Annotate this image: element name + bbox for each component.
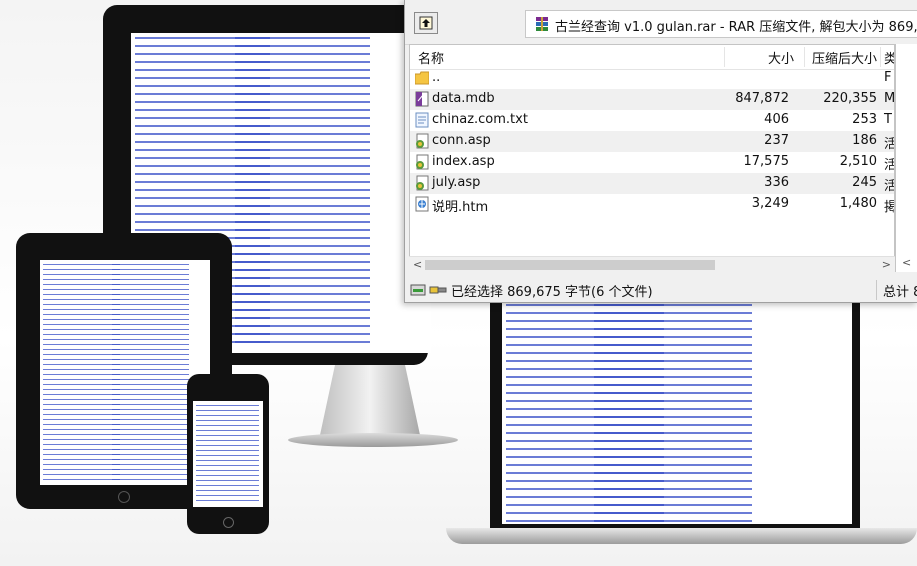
asp-file-icon — [416, 154, 429, 170]
total-status: 总计 8 — [883, 285, 917, 300]
folder-icon — [415, 71, 429, 85]
column-header-size[interactable]: 大小 — [768, 48, 794, 67]
htm-file-icon — [415, 196, 429, 212]
scroll-left-icon[interactable]: < — [413, 258, 422, 271]
right-pane: < — [895, 44, 917, 272]
mdb-file-icon — [415, 91, 429, 107]
phone-mockup — [187, 374, 269, 534]
column-header-type[interactable]: 类 — [884, 48, 894, 67]
file-row[interactable]: data.mdb 847,872 220,355 M — [410, 89, 894, 110]
tablet-screen — [40, 260, 210, 485]
asp-file-icon — [416, 175, 429, 191]
toolbar: 古兰经查询 v1.0 gulan.rar - RAR 压缩文件, 解包大小为 8… — [405, 0, 917, 45]
laptop-base — [446, 528, 917, 544]
file-list[interactable]: 名称 大小 压缩后大小 类 .. F data.mdb 847,872 220,… — [409, 44, 895, 272]
file-list-header: 名称 大小 压缩后大小 类 — [410, 45, 894, 70]
phone-home-button — [223, 517, 234, 528]
file-row[interactable]: conn.asp 237 186 活 — [410, 131, 894, 152]
drive-icons — [410, 284, 447, 296]
laptop-page-content — [502, 292, 852, 524]
archive-path-text: 古兰经查询 v1.0 gulan.rar - RAR 压缩文件, 解包大小为 8… — [555, 20, 917, 35]
column-header-name[interactable]: 名称 — [418, 48, 444, 67]
monitor-stand-base — [288, 433, 458, 447]
rar-archive-icon — [536, 17, 548, 31]
file-row[interactable]: .. F — [410, 68, 894, 89]
rar-window: 古兰经查询 v1.0 gulan.rar - RAR 压缩文件, 解包大小为 8… — [404, 0, 917, 303]
text-file-icon — [415, 112, 429, 128]
file-row[interactable]: 说明.htm 3,249 1,480 掲 — [410, 194, 894, 215]
scroll-right-icon[interactable]: > — [882, 258, 891, 271]
right-pane-scroll-left-icon[interactable]: < — [902, 256, 911, 269]
tablet-home-button — [118, 491, 130, 503]
asp-file-icon — [416, 133, 429, 149]
tablet-page-content — [40, 260, 210, 485]
phone-page-content — [193, 401, 263, 507]
column-header-packed[interactable]: 压缩后大小 — [812, 48, 877, 67]
status-bar: 已经选择 869,675 字节(6 个文件) 总计 8 — [405, 278, 917, 302]
horizontal-scrollbar[interactable]: < > — [409, 256, 895, 273]
phone-screen — [193, 401, 263, 507]
archive-path-bar[interactable]: 古兰经查询 v1.0 gulan.rar - RAR 压缩文件, 解包大小为 8… — [525, 10, 917, 38]
file-row[interactable]: chinaz.com.txt 406 253 T — [410, 110, 894, 131]
up-folder-button[interactable] — [414, 12, 438, 34]
scrollbar-thumb[interactable] — [425, 260, 715, 270]
file-row[interactable]: index.asp 17,575 2,510 活 — [410, 152, 894, 173]
laptop-screen — [502, 292, 852, 524]
monitor-stand-neck — [320, 365, 420, 435]
selection-status: 已经选择 869,675 字节(6 个文件) — [451, 285, 653, 300]
file-row[interactable]: july.asp 336 245 活 — [410, 173, 894, 194]
up-arrow-icon — [419, 16, 433, 30]
